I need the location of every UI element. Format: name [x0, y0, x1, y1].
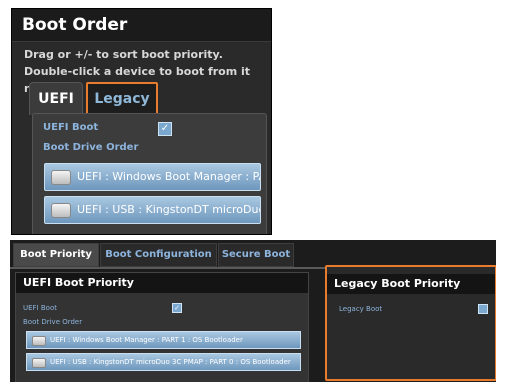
- legacy-panel-title: Legacy Boot Priority: [327, 274, 495, 294]
- boot-drive-item[interactable]: UEFI : Windows Boot Manager : PAR: [44, 163, 261, 191]
- panel-title: Boot Order: [12, 9, 271, 42]
- tab-uefi[interactable]: UEFI: [29, 82, 83, 115]
- legacy-boot-label: Legacy Boot: [339, 305, 383, 313]
- disk-drive-icon: [32, 358, 46, 368]
- disk-drive-icon: [32, 336, 46, 346]
- uefi-boot-label: UEFI Boot: [43, 122, 99, 133]
- uefi-boot-checkbox[interactable]: ✓: [172, 303, 182, 313]
- legacy-boot-priority-panel: Legacy Boot Priority Legacy Boot: [325, 265, 496, 381]
- uefi-boot-checkbox[interactable]: ✓: [158, 122, 172, 136]
- boot-drive-item[interactable]: UEFI : USB : KingstonDT microDuo: [44, 196, 261, 224]
- boot-drive-label: UEFI : USB : KingstonDT microDuo 3C PMAP…: [50, 358, 291, 366]
- uefi-boot-priority-panel: UEFI Boot Priority UEFI Boot ✓ Boot Driv…: [15, 272, 309, 382]
- boot-drive-order-label: Boot Drive Order: [43, 142, 139, 153]
- disk-drive-icon: [51, 203, 71, 218]
- disk-drive-icon: [51, 170, 71, 185]
- legacy-boot-checkbox[interactable]: [478, 304, 488, 314]
- boot-drive-item[interactable]: UEFI : Windows Boot Manager : PART 1 : O…: [26, 331, 301, 349]
- uefi-boot-label: UEFI Boot: [23, 304, 57, 312]
- tab-legacy[interactable]: Legacy: [86, 82, 158, 116]
- boot-drive-label: UEFI : Windows Boot Manager : PART 1 : O…: [50, 336, 243, 344]
- uefi-panel-title: UEFI Boot Priority: [16, 273, 308, 293]
- tab-boot-configuration[interactable]: Boot Configuration: [100, 243, 217, 267]
- uefi-boot-settings: UEFI Boot ✓ Boot Drive Order UEFI : Wind…: [32, 113, 267, 234]
- bios-boot-screen: Boot Priority Boot Configuration Secure …: [10, 240, 496, 382]
- boot-drive-item[interactable]: UEFI : USB : KingstonDT microDuo 3C PMAP…: [26, 353, 301, 371]
- tab-secure-boot[interactable]: Secure Boot: [218, 243, 294, 267]
- boot-drive-order-label: Boot Drive Order: [23, 318, 83, 326]
- boot-drive-label: UEFI : USB : KingstonDT microDuo: [77, 203, 261, 216]
- boot-order-panel: Boot Order Drag or +/- to sort boot prio…: [11, 8, 272, 235]
- boot-drive-label: UEFI : Windows Boot Manager : PAR: [77, 170, 261, 183]
- tab-boot-priority[interactable]: Boot Priority: [13, 243, 99, 267]
